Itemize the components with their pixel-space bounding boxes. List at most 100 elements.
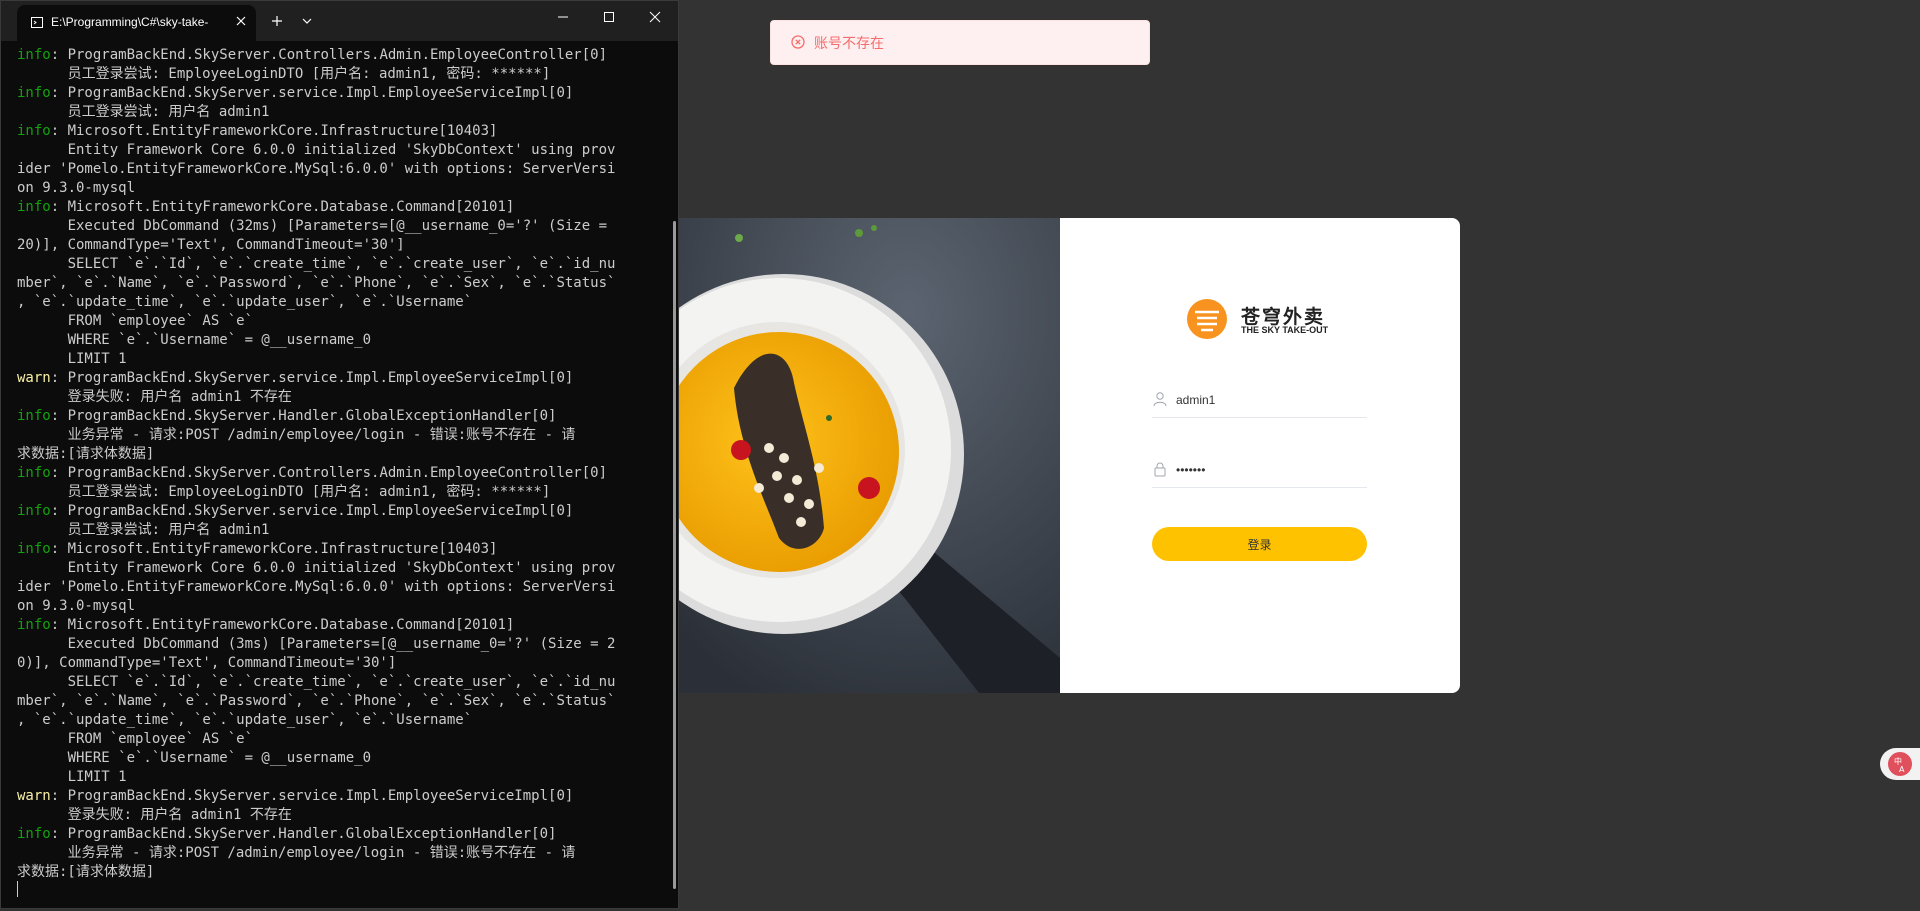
username-input[interactable] (1176, 389, 1361, 411)
terminal-line: Executed DbCommand (3ms) [Parameters=[@_… (17, 635, 657, 654)
log-text: Executed DbCommand (32ms) [Parameters=[@… (17, 218, 608, 234)
log-text: Executed DbCommand (3ms) [Parameters=[@_… (17, 636, 616, 652)
log-text: : Microsoft.EntityFrameworkCore.Infrastr… (50, 123, 498, 139)
minimize-icon[interactable] (555, 9, 571, 25)
log-text: : ProgramBackEnd.SkyServer.Handler.Globa… (50, 408, 557, 424)
terminal-line: 员工登录尝试: 用户名 admin1 (17, 521, 657, 540)
log-text: : ProgramBackEnd.SkyServer.Controllers.A… (50, 465, 608, 481)
lock-icon (1154, 462, 1166, 477)
terminal-line: mber`, `e`.`Name`, `e`.`Password`, `e`.`… (17, 274, 657, 293)
password-input[interactable] (1176, 459, 1361, 481)
close-icon[interactable] (647, 9, 663, 25)
log-text: mber`, `e`.`Name`, `e`.`Password`, `e`.`… (17, 275, 616, 291)
terminal-line: 员工登录尝试: 用户名 admin1 (17, 103, 657, 122)
log-text: Entity Framework Core 6.0.0 initialized … (17, 560, 616, 576)
maximize-icon[interactable] (601, 9, 617, 25)
terminal-line: warn: ProgramBackEnd.SkyServer.service.I… (17, 787, 657, 806)
log-text: : ProgramBackEnd.SkyServer.service.Impl.… (50, 370, 574, 386)
terminal-line: 登录失败: 用户名 admin1 不存在 (17, 388, 657, 407)
log-text: 员工登录尝试: EmployeeLoginDTO [用户名: admin1, 密… (17, 66, 551, 82)
terminal-line: mber`, `e`.`Name`, `e`.`Password`, `e`.`… (17, 692, 657, 711)
log-text: : Microsoft.EntityFrameworkCore.Database… (50, 617, 515, 633)
terminal-line: FROM `employee` AS `e` (17, 730, 657, 749)
plus-icon[interactable] (269, 13, 285, 29)
terminal-line: info: ProgramBackEnd.SkyServer.service.I… (17, 84, 657, 103)
terminal-titlebar[interactable]: E:\Programming\C#\sky-take- (1, 1, 678, 41)
user-icon (1153, 392, 1167, 407)
log-text: ider 'Pomelo.EntityFrameworkCore.MySql:6… (17, 579, 616, 595)
log-level-info: info (17, 617, 51, 633)
terminal-line: info: Microsoft.EntityFrameworkCore.Data… (17, 616, 657, 635)
log-text: ider 'Pomelo.EntityFrameworkCore.MySql:6… (17, 161, 616, 177)
log-level-info: info (17, 123, 51, 139)
terminal-line: Entity Framework Core 6.0.0 initialized … (17, 141, 657, 160)
terminal-line: , `e`.`update_time`, `e`.`update_user`, … (17, 293, 657, 312)
log-text: : Microsoft.EntityFrameworkCore.Database… (50, 199, 515, 215)
log-level-info: info (17, 47, 51, 63)
svg-text:A: A (1899, 765, 1905, 774)
error-toast: 账号不存在 (770, 20, 1150, 65)
login-button[interactable]: 登录 (1152, 527, 1367, 561)
terminal-line: Executed DbCommand (32ms) [Parameters=[@… (17, 217, 657, 236)
terminal-line: on 9.3.0-mysql (17, 179, 657, 198)
log-text: LIMIT 1 (17, 351, 127, 367)
terminal-line: ider 'Pomelo.EntityFrameworkCore.MySql:6… (17, 160, 657, 179)
log-text: 求数据:[请求体数据] (17, 446, 155, 462)
log-text: WHERE `e`.`Username` = @__username_0 (17, 332, 372, 348)
terminal-tab[interactable]: E:\Programming\C#\sky-take- (17, 5, 256, 41)
log-text: 登录失败: 用户名 admin1 不存在 (17, 389, 292, 405)
login-form: 苍穹外卖 THE SKY TAKE-OUT 登录 (1060, 218, 1460, 693)
terminal-line: Entity Framework Core 6.0.0 initialized … (17, 559, 657, 578)
terminal-line: LIMIT 1 (17, 350, 657, 369)
log-text: on 9.3.0-mysql (17, 598, 136, 614)
log-text: on 9.3.0-mysql (17, 180, 136, 196)
chevron-down-icon[interactable] (299, 13, 315, 29)
log-text: WHERE `e`.`Username` = @__username_0 (17, 750, 372, 766)
terminal-line: ider 'Pomelo.EntityFrameworkCore.MySql:6… (17, 578, 657, 597)
food-illustration (679, 218, 1060, 693)
terminal-line: info: ProgramBackEnd.SkyServer.Handler.G… (17, 407, 657, 426)
terminal-line: 0)], CommandType='Text', CommandTimeout=… (17, 654, 657, 673)
terminal-output[interactable]: info: ProgramBackEnd.SkyServer.Controlle… (17, 46, 657, 906)
log-level-info: info (17, 503, 51, 519)
terminal-window[interactable]: E:\Programming\C#\sky-take- info: Progra… (0, 0, 679, 909)
terminal-line: WHERE `e`.`Username` = @__username_0 (17, 331, 657, 350)
password-field[interactable] (1152, 455, 1367, 488)
terminal-scrollbar[interactable] (673, 221, 676, 889)
log-text: FROM `employee` AS `e` (17, 731, 254, 747)
toast-message: 账号不存在 (814, 35, 884, 51)
log-text: : ProgramBackEnd.SkyServer.service.Impl.… (50, 788, 574, 804)
terminal-line: 业务异常 - 请求:POST /admin/employee/login - 错… (17, 426, 657, 445)
login-card: 苍穹外卖 THE SKY TAKE-OUT 登录 (679, 218, 1460, 693)
log-text: 业务异常 - 请求:POST /admin/employee/login - 错… (17, 427, 576, 443)
username-field[interactable] (1152, 385, 1367, 418)
terminal-line: info: ProgramBackEnd.SkyServer.service.I… (17, 502, 657, 521)
log-text: 业务异常 - 请求:POST /admin/employee/login - 错… (17, 845, 576, 861)
terminal-line: info: Microsoft.EntityFrameworkCore.Data… (17, 198, 657, 217)
log-level-warn: warn (17, 370, 51, 386)
log-text: : ProgramBackEnd.SkyServer.Handler.Globa… (50, 826, 557, 842)
terminal-line: FROM `employee` AS `e` (17, 312, 657, 331)
food-image (679, 218, 1060, 693)
error-icon (791, 35, 805, 49)
translate-button[interactable]: 中 A (1880, 748, 1920, 780)
terminal-line: 登录失败: 用户名 admin1 不存在 (17, 806, 657, 825)
log-level-info: info (17, 465, 51, 481)
log-text: 20)], CommandType='Text', CommandTimeout… (17, 237, 405, 253)
close-icon[interactable] (233, 13, 249, 29)
log-level-info: info (17, 408, 51, 424)
log-level-info: info (17, 85, 51, 101)
log-level-warn: warn (17, 788, 51, 804)
log-text: : ProgramBackEnd.SkyServer.service.Impl.… (50, 85, 574, 101)
terminal-line: , `e`.`update_time`, `e`.`update_user`, … (17, 711, 657, 730)
terminal-cursor (17, 881, 18, 897)
terminal-line: 业务异常 - 请求:POST /admin/employee/login - 错… (17, 844, 657, 863)
logo-emblem-icon (1187, 299, 1227, 339)
terminal-line: SELECT `e`.`Id`, `e`.`create_time`, `e`.… (17, 255, 657, 274)
log-text: : Microsoft.EntityFrameworkCore.Infrastr… (50, 541, 498, 557)
log-text: : ProgramBackEnd.SkyServer.Controllers.A… (50, 47, 608, 63)
log-level-info: info (17, 826, 51, 842)
log-text: , `e`.`update_time`, `e`.`update_user`, … (17, 294, 473, 310)
log-text: 0)], CommandType='Text', CommandTimeout=… (17, 655, 397, 671)
log-text: FROM `employee` AS `e` (17, 313, 254, 329)
